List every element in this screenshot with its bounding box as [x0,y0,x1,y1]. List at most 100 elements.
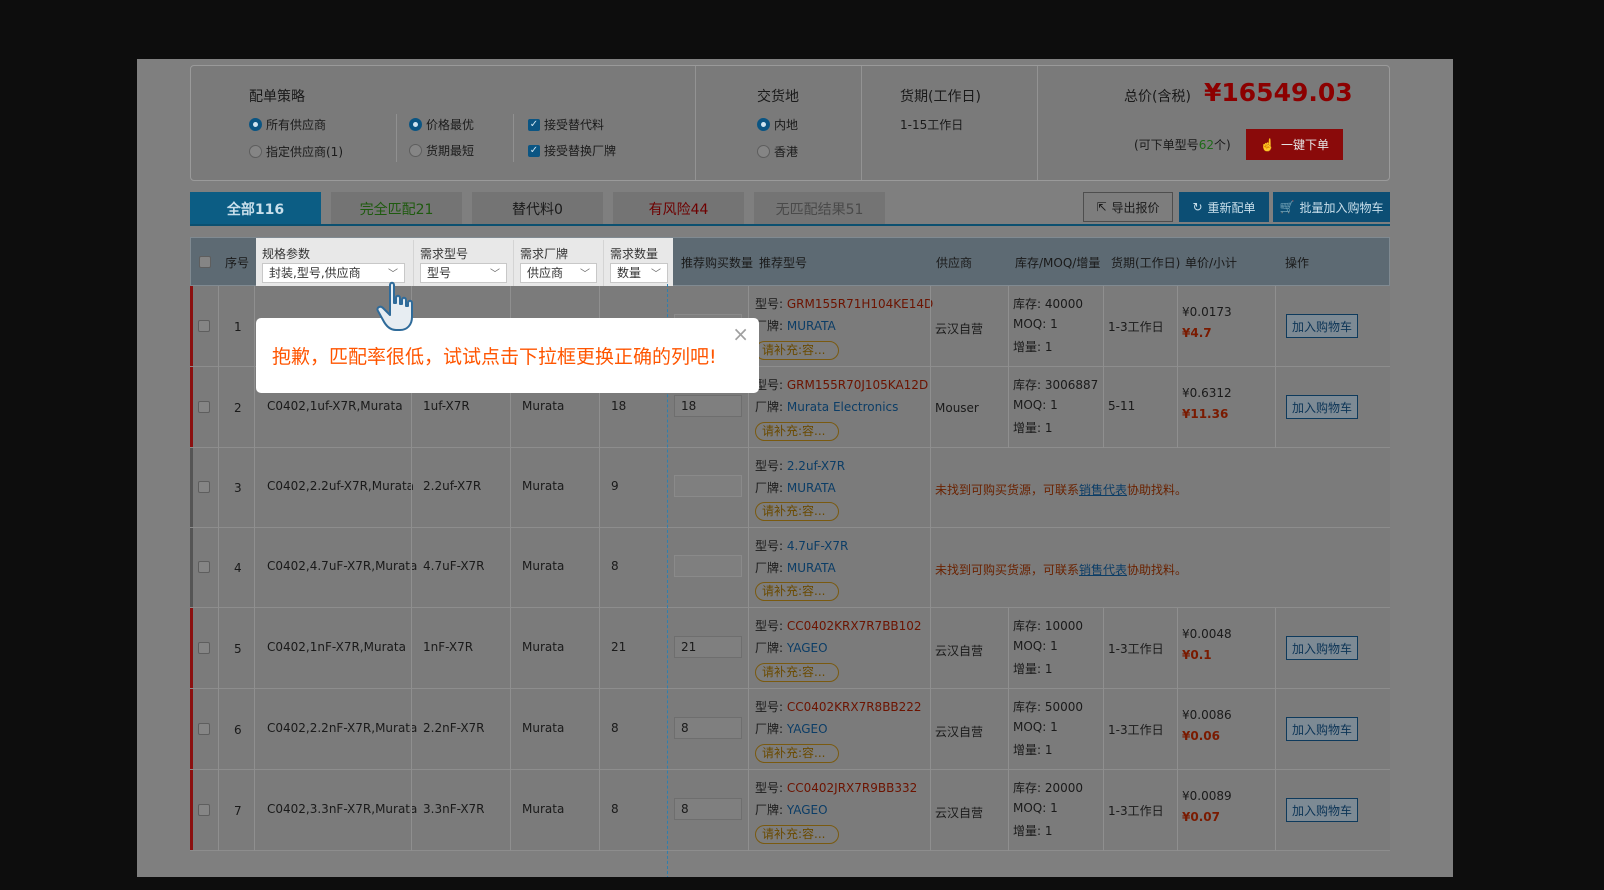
checkbox-accept-brand-change[interactable]: ✓ 接受替换厂牌 [528,142,616,159]
rec-brand-value[interactable]: MURATA [787,481,836,495]
export-quote-button[interactable]: ⇱ 导出报价 [1083,192,1173,222]
req-qty-column-select[interactable]: 数量 ﹀ [610,263,668,283]
req-brand-column-select[interactable]: 供应商 ﹀ [520,263,597,283]
col-lead: 货期(工作日) [1111,256,1181,270]
divider [599,608,600,689]
fill-in-button[interactable]: 请补充:容... [755,825,839,844]
fill-in-button[interactable]: 请补充:容... [755,744,839,763]
table-header: 序号 规格参数 封装,型号,供应商 ﹀ 需求型号 型号 ﹀ 需求厂牌 供应商 ﹀… [190,237,1390,287]
row-checkbox[interactable] [198,642,210,654]
rec-brand-value[interactable]: YAGEO [787,722,828,736]
radio-supplier-specified[interactable]: 指定供应商(1) [249,143,343,160]
row-req-brand: Murata [522,721,565,735]
row-spec: C0402,4.7uF-X7R,Murata [267,559,418,573]
divider [1275,770,1276,851]
row-checkbox[interactable] [198,320,210,332]
divider [254,608,255,689]
rec-brand: 厂牌: YAGEO [755,803,828,817]
sales-rep-link[interactable]: 销售代表 [1079,483,1127,497]
buy-qty-input[interactable]: 8 [674,717,742,739]
row-req-model: 3.3nF-X7R [423,802,485,816]
divider [748,608,749,689]
rec-model-value[interactable]: GRM155R71H104KE14D [787,297,933,311]
rec-model-value[interactable]: 4.7uF-X7R [787,539,849,553]
rec-model-value[interactable]: 2.2uf-X7R [787,459,845,473]
radio-supplier-all[interactable]: 所有供应商 [249,116,326,133]
rec-brand-value[interactable]: YAGEO [787,641,828,655]
fill-in-button[interactable]: 请补充:容... [755,663,839,682]
row-checkbox[interactable] [198,481,210,493]
tab-all[interactable]: 全部116 [190,192,321,226]
buy-qty-input[interactable] [674,475,742,497]
rec-model-value[interactable]: CC0402KRX7R7BB102 [787,619,922,633]
add-to-cart-button[interactable]: 加入购物车 [1286,314,1358,338]
row-req-model: 4.7uF-X7R [423,559,485,573]
row-checkbox[interactable] [198,804,210,816]
tab-exact-match[interactable]: 完全匹配21 [331,192,462,226]
batch-add-cart-button[interactable]: 🛒 批量加入购物车 [1273,192,1390,222]
radio-mainland[interactable]: 内地 [757,116,798,133]
buy-qty-input[interactable]: 18 [674,395,742,417]
radio-shortest-delivery[interactable]: 货期最短 [409,142,474,159]
rec-model-value[interactable]: CC0402JRX7R9BB332 [787,781,917,795]
hand-pointer-icon [376,281,413,331]
one-click-order-button[interactable]: ☝ 一键下单 [1246,129,1343,160]
fill-in-button[interactable]: 请补充:容... [755,502,839,521]
rec-brand-value[interactable]: Murata Electronics [787,400,899,414]
req-model-column-select[interactable]: 型号 ﹀ [420,263,507,283]
row-checkbox[interactable] [198,401,210,413]
rec-brand-value[interactable]: MURATA [787,561,836,575]
rec-model: 型号: 4.7uF-X7R [755,539,849,553]
fill-in-button[interactable]: 请补充:容... [755,582,839,601]
add-to-cart-button[interactable]: 加入购物车 [1286,395,1358,419]
row-req-brand: Murata [522,479,565,493]
divider [1177,367,1178,448]
rec-model: 型号: CC0402KRX7R8BB222 [755,700,922,714]
tab-risk[interactable]: 有风险44 [613,192,744,226]
total-label: 总价(含税) [1124,89,1191,105]
spec-select-value: 封装,型号,供应商 [269,266,361,280]
buy-qty-input[interactable] [674,555,742,577]
divider [411,689,412,770]
sales-rep-link[interactable]: 销售代表 [1079,563,1127,577]
rec-model-value[interactable]: CC0402KRX7R8BB222 [787,700,922,714]
row-unit-price: ¥0.6312 [1182,386,1232,400]
rematch-button[interactable]: ↻ 重新配单 [1179,192,1269,222]
spec-column-header: 规格参数 封装,型号,供应商 ﹀ [256,240,413,286]
rec-brand-value[interactable]: YAGEO [787,803,828,817]
tab-substitute[interactable]: 替代料0 [472,192,603,226]
row-supplier: 云汉自营 [935,322,984,336]
fill-in-button[interactable]: 请补充:容... [755,341,839,360]
spec-column-select[interactable]: 封装,型号,供应商 ﹀ [262,263,405,283]
divider [1008,367,1009,448]
select-all-checkbox[interactable] [199,256,211,268]
row-stock: 库存: 20000 [1013,781,1084,795]
tab-no-match[interactable]: 无匹配结果51 [754,192,885,226]
row-checkbox[interactable] [198,723,210,735]
close-icon[interactable]: × [732,322,749,346]
rec-model-value[interactable]: GRM155R70J105KA12D [787,378,928,392]
table-row: 3 C0402,2.2uf-X7R,Murata 2.2uf-X7R Murata 9 型… [190,448,1390,528]
row-lead: 1-3工作日 [1108,642,1164,656]
divider [411,608,412,689]
rec-model: 型号: CC0402KRX7R7BB102 [755,619,922,633]
radio-best-price[interactable]: 价格最优 [409,116,474,133]
not-found-message: 未找到可购买货源，可联系销售代表协助找料。 [935,563,1188,577]
rec-brand-value[interactable]: MURATA [787,319,836,333]
fill-in-button[interactable]: 请补充:容... [755,422,839,441]
row-status-bar [190,286,193,366]
radio-hongkong[interactable]: 香港 [757,143,798,160]
row-checkbox[interactable] [198,561,210,573]
add-to-cart-button[interactable]: 加入购物车 [1286,636,1358,660]
add-to-cart-button[interactable]: 加入购物车 [1286,798,1358,822]
buy-qty-input[interactable]: 8 [674,798,742,820]
checkbox-accept-substitute[interactable]: ✓ 接受替代料 [528,116,604,133]
add-to-cart-button[interactable]: 加入购物车 [1286,717,1358,741]
req-brand-column-header: 需求厂牌 供应商 ﹀ [514,240,603,286]
row-req-model: 2.2uf-X7R [423,479,482,493]
buy-qty-input[interactable]: 21 [674,636,742,658]
divider [599,448,600,528]
divider [1103,286,1104,367]
col-index: 序号 [225,256,250,270]
row-index: 6 [234,723,242,737]
